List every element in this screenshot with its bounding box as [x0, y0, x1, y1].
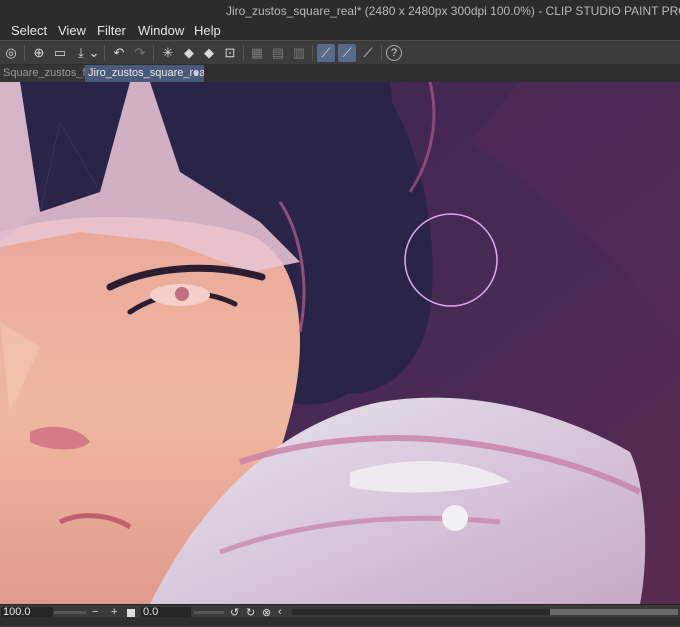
clear-layer-icon[interactable]: ✳: [159, 44, 177, 62]
help-icon[interactable]: ?: [386, 45, 402, 61]
tab-label: Square_zustos_fi: [3, 67, 86, 79]
transform-icon[interactable]: ⊡: [221, 44, 239, 62]
chevron-down-icon[interactable]: ⌄: [88, 44, 100, 62]
toolbar-separator: [312, 45, 313, 61]
menu-bar: Select View Filter Window Help: [0, 20, 680, 40]
artwork[interactable]: [0, 82, 680, 604]
horizontal-scrollbar[interactable]: [292, 609, 678, 615]
scrollbar-thumb[interactable]: [550, 609, 678, 615]
snap-ruler-icon[interactable]: ⟋: [317, 44, 335, 62]
document-tabs: Square_zustos_fi Jiro_zustos_square_real…: [0, 64, 680, 82]
drawing-canvas[interactable]: [0, 82, 680, 604]
fill-paint-icon[interactable]: ◆: [200, 44, 218, 62]
toolbar-separator: [243, 45, 244, 61]
grid-icon[interactable]: ▦: [248, 44, 266, 62]
toolbar-separator: [24, 45, 25, 61]
app-icon[interactable]: ◎: [2, 44, 20, 62]
redo-icon[interactable]: ↷: [131, 44, 149, 62]
snap-special-ruler-icon[interactable]: ⟋: [338, 44, 356, 62]
bottom-strip: [0, 617, 680, 626]
tab-label: Jiro_zustos_square_real*: [88, 67, 204, 79]
menu-window[interactable]: Window: [138, 23, 184, 38]
undo-icon[interactable]: ↶: [110, 44, 128, 62]
crop-frame-icon[interactable]: ▥: [290, 44, 308, 62]
rotation-slider[interactable]: [194, 611, 224, 614]
fit-view-icon[interactable]: [127, 609, 135, 617]
menu-filter[interactable]: Filter: [97, 23, 126, 38]
window-title: Jiro_zustos_square_real* (2480 x 2480px …: [226, 4, 680, 18]
command-bar: ◎ ⊕ ▭ ⤓ ⌄ ↶ ↷ ✳ ◆ ◆ ⊡ ▦ ▤ ▥ ⟋ ⟋ ⟋ ?: [0, 40, 680, 66]
menu-help[interactable]: Help: [194, 23, 221, 38]
grid-ruler-icon[interactable]: ▤: [269, 44, 287, 62]
tab-jiro-zustos[interactable]: Jiro_zustos_square_real* ●: [85, 65, 204, 82]
tab-square-zustos[interactable]: Square_zustos_fi: [0, 65, 86, 82]
menu-view[interactable]: View: [58, 23, 86, 38]
zoom-slider[interactable]: [54, 611, 86, 614]
new-canvas-icon[interactable]: ⊕: [30, 44, 48, 62]
menu-select[interactable]: Select: [11, 23, 47, 38]
fill-icon[interactable]: ◆: [180, 44, 198, 62]
toolbar-separator: [153, 45, 154, 61]
toolbar-separator: [104, 45, 105, 61]
close-tab-icon[interactable]: ●: [193, 65, 199, 82]
title-bar: Jiro_zustos_square_real* (2480 x 2480px …: [0, 0, 680, 20]
open-file-icon[interactable]: ▭: [51, 44, 69, 62]
snap-grid-icon[interactable]: ⟋: [359, 44, 377, 62]
toolbar-separator: [381, 45, 382, 61]
